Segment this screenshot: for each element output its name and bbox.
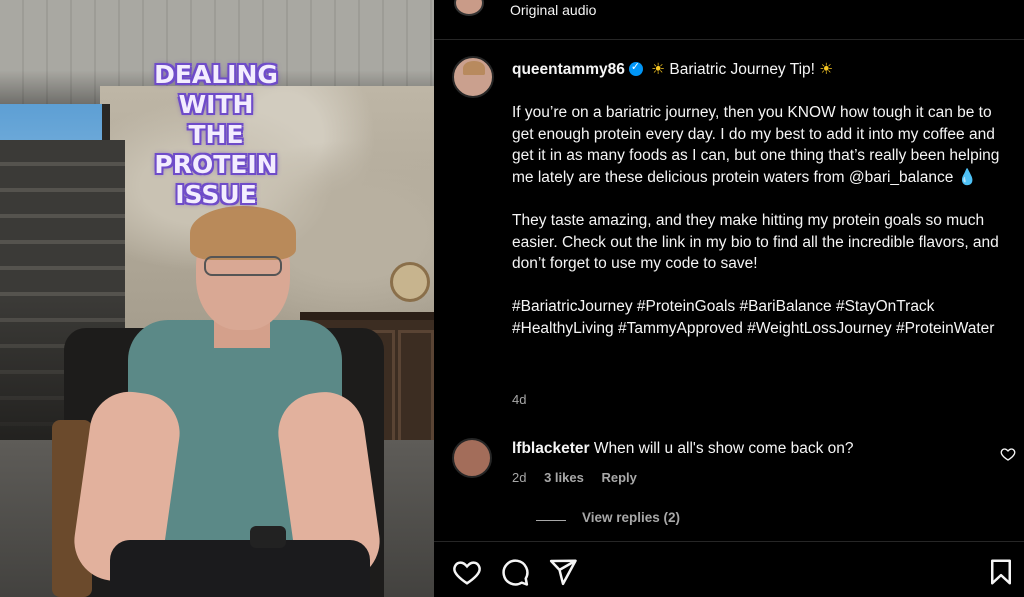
comment-button[interactable] <box>500 557 530 587</box>
video-player[interactable]: DEALING WITH THE PROTEIN ISSUE <box>0 0 434 597</box>
view-replies-button[interactable]: View replies (2) <box>582 510 680 525</box>
sun-emoji-icon: ☀ <box>819 61 834 78</box>
verified-badge-icon <box>628 60 643 76</box>
comment-timestamp: 2d <box>512 470 527 485</box>
sun-emoji-icon: ☀ <box>651 61 666 78</box>
scene-cabinet-door <box>398 330 434 450</box>
comment-likes-link[interactable]: 3 likes <box>544 470 584 485</box>
heart-icon <box>453 561 481 585</box>
comment-reply-button[interactable]: Reply <box>601 470 636 485</box>
overlay-line: PROTEIN <box>154 150 278 179</box>
send-icon <box>549 559 577 586</box>
avatar[interactable] <box>452 56 494 98</box>
comment-icon <box>502 559 529 586</box>
comment-heart-icon[interactable] <box>1000 446 1016 462</box>
username-link[interactable]: queentammy86 <box>512 61 625 78</box>
person-watch <box>250 526 286 548</box>
action-bar <box>434 541 1024 597</box>
share-button[interactable] <box>548 557 578 587</box>
overlay-line: DEALING <box>154 60 278 89</box>
avatar[interactable] <box>452 438 492 478</box>
caption-paragraph: They taste amazing, and they make hittin… <box>512 211 999 273</box>
post-header: Original audio <box>434 0 1024 40</box>
comment-username-link[interactable]: lfblacketer <box>512 440 590 457</box>
overlay-line: ISSUE <box>175 180 257 209</box>
caption-body: If you’re on a bariatric journey, then y… <box>512 102 1002 361</box>
caption-text: If you’re on a bariatric journey, then y… <box>512 104 1000 186</box>
person-glasses <box>204 256 282 276</box>
caption-header: queentammy86 ☀ Bariatric Journey Tip! ☀ <box>512 60 833 79</box>
overlay-line: THE <box>188 120 244 149</box>
bookmark-icon <box>991 559 1011 585</box>
post-panel: Original audio queentammy86 ☀ Bariatric … <box>434 0 1024 597</box>
comment-text: When will u all's show come back on? <box>593 440 854 457</box>
overlay-line: WITH <box>178 90 254 119</box>
person-hair <box>190 206 296 260</box>
scene-decor <box>390 262 430 302</box>
replies-divider <box>536 520 566 521</box>
comment-text-row: lfblacketer When will u all's show come … <box>512 440 854 458</box>
caption-paragraph: If you’re on a bariatric journey, then y… <box>512 102 1002 188</box>
video-text-overlay: DEALING WITH THE PROTEIN ISSUE <box>118 60 314 210</box>
droplet-emoji-icon: 💧 <box>957 168 977 186</box>
caption-hashtags[interactable]: #BariatricJourney #ProteinGoals #BariBal… <box>512 296 1002 339</box>
like-button[interactable] <box>452 557 482 587</box>
save-button[interactable] <box>986 557 1016 587</box>
person-pants <box>110 540 370 597</box>
post-timestamp[interactable]: 4d <box>512 392 526 407</box>
original-audio-link[interactable]: Original audio <box>510 2 596 18</box>
avatar[interactable] <box>454 0 484 16</box>
caption-title: Bariatric Journey Tip! <box>669 61 815 78</box>
comment-meta: 2d 3 likes Reply <box>512 470 651 485</box>
